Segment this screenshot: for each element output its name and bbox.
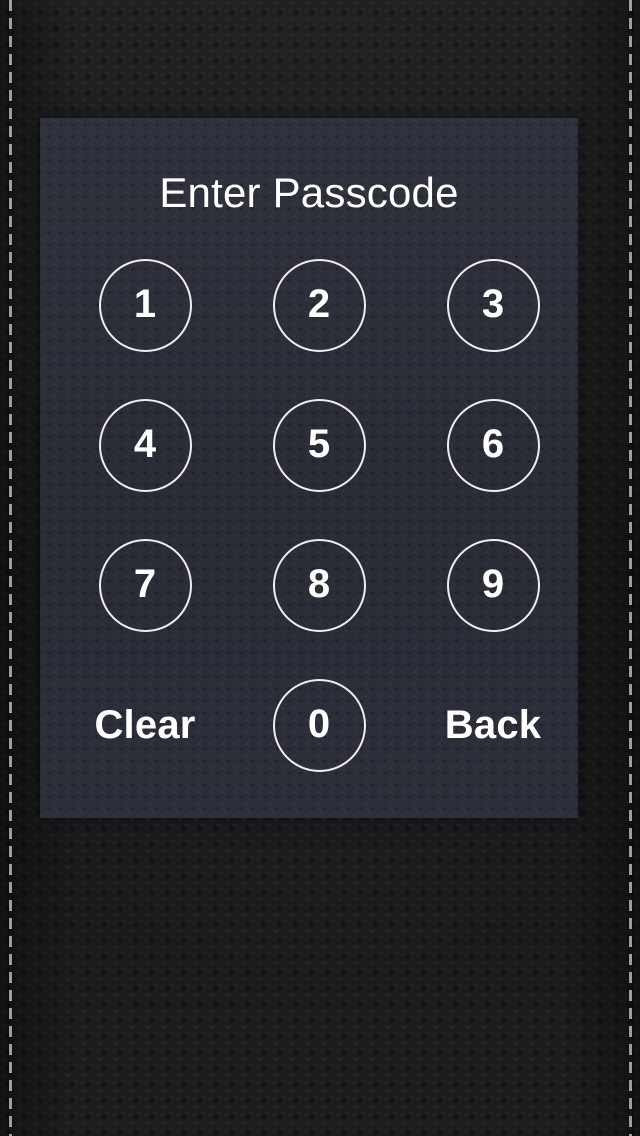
keypad-key-7[interactable]: 7 — [58, 515, 232, 655]
keypad-key-5[interactable]: 5 — [232, 375, 406, 515]
key-circle: 8 — [272, 538, 366, 632]
passcode-panel: Enter Passcode 1 2 3 4 5 6 7 8 9 Clear 0… — [40, 118, 578, 818]
digit-7-icon: 7 — [133, 562, 157, 606]
clear-button-label: Clear — [94, 703, 196, 747]
keypad-key-6[interactable]: 6 — [406, 375, 580, 515]
key-circle: 4 — [98, 398, 192, 492]
key-circle: 3 — [446, 258, 540, 352]
digit-5-icon: 5 — [307, 422, 331, 466]
digit-0-icon: 0 — [307, 702, 331, 746]
clear-button[interactable]: Clear — [58, 655, 232, 795]
key-circle: 5 — [272, 398, 366, 492]
key-circle: 7 — [98, 538, 192, 632]
lock-screen: Enter Passcode 1 2 3 4 5 6 7 8 9 Clear 0… — [0, 0, 640, 1136]
key-circle: 0 — [272, 678, 366, 772]
keypad-key-9[interactable]: 9 — [406, 515, 580, 655]
keypad-key-4[interactable]: 4 — [58, 375, 232, 515]
page-title: Enter Passcode — [159, 169, 459, 216]
digit-6-icon: 6 — [481, 422, 505, 466]
digit-1-icon: 1 — [133, 282, 157, 326]
keypad-key-8[interactable]: 8 — [232, 515, 406, 655]
keypad-key-2[interactable]: 2 — [232, 235, 406, 375]
passcode-keypad: 1 2 3 4 5 6 7 8 9 Clear 0 Back — [40, 258, 578, 818]
keypad-key-1[interactable]: 1 — [58, 235, 232, 375]
digit-8-icon: 8 — [307, 562, 331, 606]
digit-2-icon: 2 — [307, 282, 331, 326]
leather-stitch-left — [9, 0, 12, 1136]
digit-4-icon: 4 — [133, 422, 157, 466]
keypad-key-3[interactable]: 3 — [406, 235, 580, 375]
back-button[interactable]: Back — [406, 655, 580, 795]
keypad-key-0[interactable]: 0 — [232, 655, 406, 795]
key-circle: 1 — [98, 258, 192, 352]
key-circle: 9 — [446, 538, 540, 632]
key-circle: 6 — [446, 398, 540, 492]
key-circle: 2 — [272, 258, 366, 352]
digit-3-icon: 3 — [481, 282, 505, 326]
back-button-label: Back — [444, 703, 542, 747]
leather-stitch-right — [629, 0, 632, 1136]
digit-9-icon: 9 — [481, 562, 505, 606]
